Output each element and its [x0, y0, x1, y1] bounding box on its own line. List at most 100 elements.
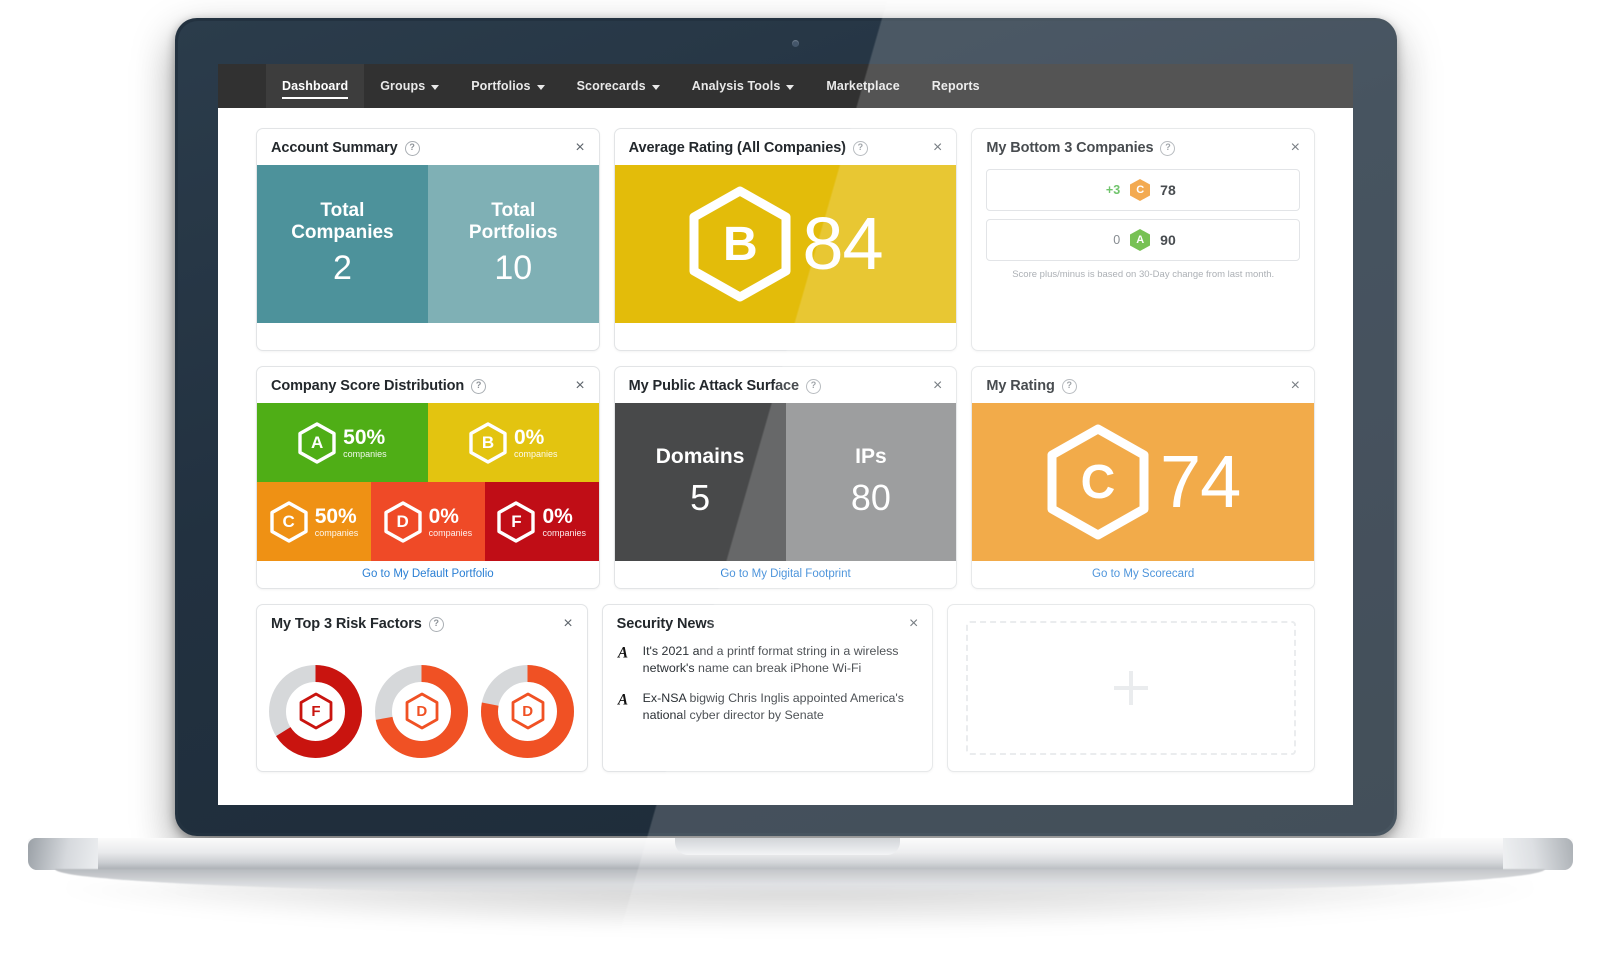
bottom-3-list: +3 C 78 0 A 90 Score plus/minus is based… [972, 165, 1314, 323]
distribution-cell-c[interactable]: C 50% companies [257, 482, 371, 561]
grade-hexagon-icon: C [1046, 424, 1150, 540]
help-icon[interactable]: ? [404, 140, 420, 156]
nav-label: Reports [931, 79, 980, 93]
grade-hexagon-icon: B [469, 421, 507, 464]
news-list: A It's 2021 and a printf format string i… [603, 641, 933, 737]
my-scorecard-link[interactable]: Go to My Scorecard [1092, 568, 1194, 580]
tile-label-line2: Portfolios [468, 221, 558, 243]
dashboard-row: My Top 3 Risk Factors ? × F D D Security N… [256, 604, 1316, 772]
close-icon[interactable]: × [575, 378, 584, 394]
card-title: My Bottom 3 Companies [986, 140, 1154, 156]
default-portfolio-link[interactable]: Go to My Default Portfolio [362, 568, 494, 580]
grade-hexagon-icon: D [480, 664, 575, 759]
distribution-percent: 50% [314, 504, 357, 528]
grade-hexagon-icon: D [383, 500, 422, 543]
chevron-down-icon [786, 84, 795, 90]
nav-item-dashboard[interactable]: Dashboard [266, 64, 365, 108]
risk-factor-donut-d[interactable]: D [480, 664, 575, 759]
nav-item-analysis-tools[interactable]: Analysis Tools [676, 64, 811, 108]
score-distribution-grid: A 50% companies B 0% companies C 50% companies D 0… [257, 403, 599, 561]
help-icon[interactable]: ? [852, 140, 868, 156]
card-title: Security News [616, 616, 715, 632]
distribution-cell-d[interactable]: D 0% companies [370, 482, 485, 561]
distribution-value: 0% companies [429, 506, 473, 538]
nav-item-portfolios[interactable]: Portfolios [455, 64, 560, 108]
nav-item-scorecards[interactable]: Scorecards [561, 64, 676, 108]
chevron-down-icon [651, 84, 660, 90]
grade-letter: A [311, 432, 324, 452]
distribution-cell-b[interactable]: B 0% companies [427, 403, 599, 482]
nav-item-marketplace[interactable]: Marketplace [810, 64, 915, 108]
distribution-percent: 0% [513, 425, 545, 449]
card-title: Company Score Distribution [271, 378, 465, 394]
grade-letter: A [1136, 234, 1145, 246]
tile-total-companies: Total Companies 2 [257, 165, 428, 323]
tile-value: 10 [494, 248, 533, 287]
close-icon[interactable]: × [933, 378, 942, 394]
nav-label: Marketplace [826, 79, 900, 93]
card-title: Account Summary [271, 140, 398, 156]
grade-letter: C [1136, 184, 1145, 196]
close-icon[interactable]: × [575, 140, 584, 156]
grade-hexagon-icon: B [688, 186, 792, 302]
tile-label: Domains [655, 445, 745, 468]
close-icon[interactable]: × [909, 616, 918, 632]
dashboard-row: Account Summary ? × Total Companies 2 To… [256, 128, 1316, 351]
grade-letter: C [282, 511, 295, 531]
score-delta: +3 [1105, 183, 1121, 197]
distribution-percent: 0% [428, 504, 459, 528]
svg-text:A: A [617, 692, 628, 708]
card-add-widget-placeholder[interactable] [947, 604, 1316, 772]
news-headline: Ex-NSA bigwig Chris Inglis appointed Ame… [642, 691, 904, 723]
card-title: Average Rating (All Companies) [628, 140, 846, 156]
risk-factor-donut-f[interactable]: F [268, 664, 363, 759]
card-bottom-3-companies: My Bottom 3 Companies ? × +3 C 78 0 A 90… [971, 128, 1316, 351]
main-navigation: Dashboard Groups Portfolios Scorecards A… [218, 64, 1353, 108]
risk-factor-donut-d[interactable]: D [374, 664, 469, 759]
close-icon[interactable]: × [1291, 140, 1300, 156]
grade-hexagon-icon: A [1130, 229, 1151, 251]
dashboard-row: Company Score Distribution ? × A 50% compa… [256, 366, 1316, 589]
help-icon[interactable]: ? [471, 378, 487, 394]
distribution-cell-a[interactable]: A 50% companies [257, 403, 428, 482]
card-security-news: Security News × A It's 2021 and a printf… [601, 604, 934, 772]
laptop-base-notch [675, 838, 900, 855]
summary-tiles: Total Companies 2 Total Portfolios 10 [257, 165, 599, 323]
list-item[interactable]: +3 C 78 [986, 169, 1301, 211]
card-header: Account Summary ? × [257, 129, 599, 165]
card-footer: Go to My Default Portfolio [257, 561, 599, 588]
laptop-base-right-edge [1503, 838, 1573, 870]
help-icon[interactable]: ? [1061, 378, 1077, 394]
close-icon[interactable]: × [1291, 378, 1300, 394]
company-score: 90 [1160, 232, 1176, 248]
chevron-down-icon [536, 84, 545, 90]
close-icon[interactable]: × [933, 140, 942, 156]
help-icon[interactable]: ? [428, 616, 444, 632]
nav-item-reports[interactable]: Reports [916, 64, 996, 108]
card-title: My Public Attack Surface [628, 378, 799, 394]
distribution-sublabel: companies [428, 527, 473, 538]
nav-label: Scorecards [576, 79, 646, 93]
distribution-sublabel: companies [343, 448, 387, 459]
tile-total-portfolios: Total Portfolios 10 [427, 165, 599, 323]
card-average-rating: Average Rating (All Companies) ? × B 84 [613, 128, 958, 351]
score-delta: 0 [1113, 233, 1121, 247]
help-icon[interactable]: ? [805, 378, 821, 394]
grade-hexagon-icon: C [1130, 179, 1151, 201]
distribution-cell-f[interactable]: F 0% companies [484, 482, 599, 561]
tile-label: Total Companies [291, 200, 393, 243]
list-item[interactable]: A It's 2021 and a printf format string i… [617, 643, 917, 677]
card-title: My Top 3 Risk Factors [271, 616, 422, 632]
distribution-sublabel: companies [513, 448, 558, 459]
add-widget-dropzone[interactable] [966, 621, 1297, 755]
list-item[interactable]: A Ex-NSA bigwig Chris Inglis appointed A… [617, 690, 917, 724]
my-rating-band: C 74 [972, 403, 1315, 561]
card-account-summary: Account Summary ? × Total Companies 2 To… [256, 128, 600, 351]
digital-footprint-link[interactable]: Go to My Digital Footprint [720, 568, 850, 580]
help-icon[interactable]: ? [1160, 140, 1176, 156]
nav-item-groups[interactable]: Groups [364, 64, 455, 108]
list-item[interactable]: 0 A 90 [986, 219, 1301, 261]
close-icon[interactable]: × [563, 616, 572, 632]
distribution-sublabel: companies [542, 527, 586, 538]
distribution-value: 50% companies [315, 506, 359, 538]
